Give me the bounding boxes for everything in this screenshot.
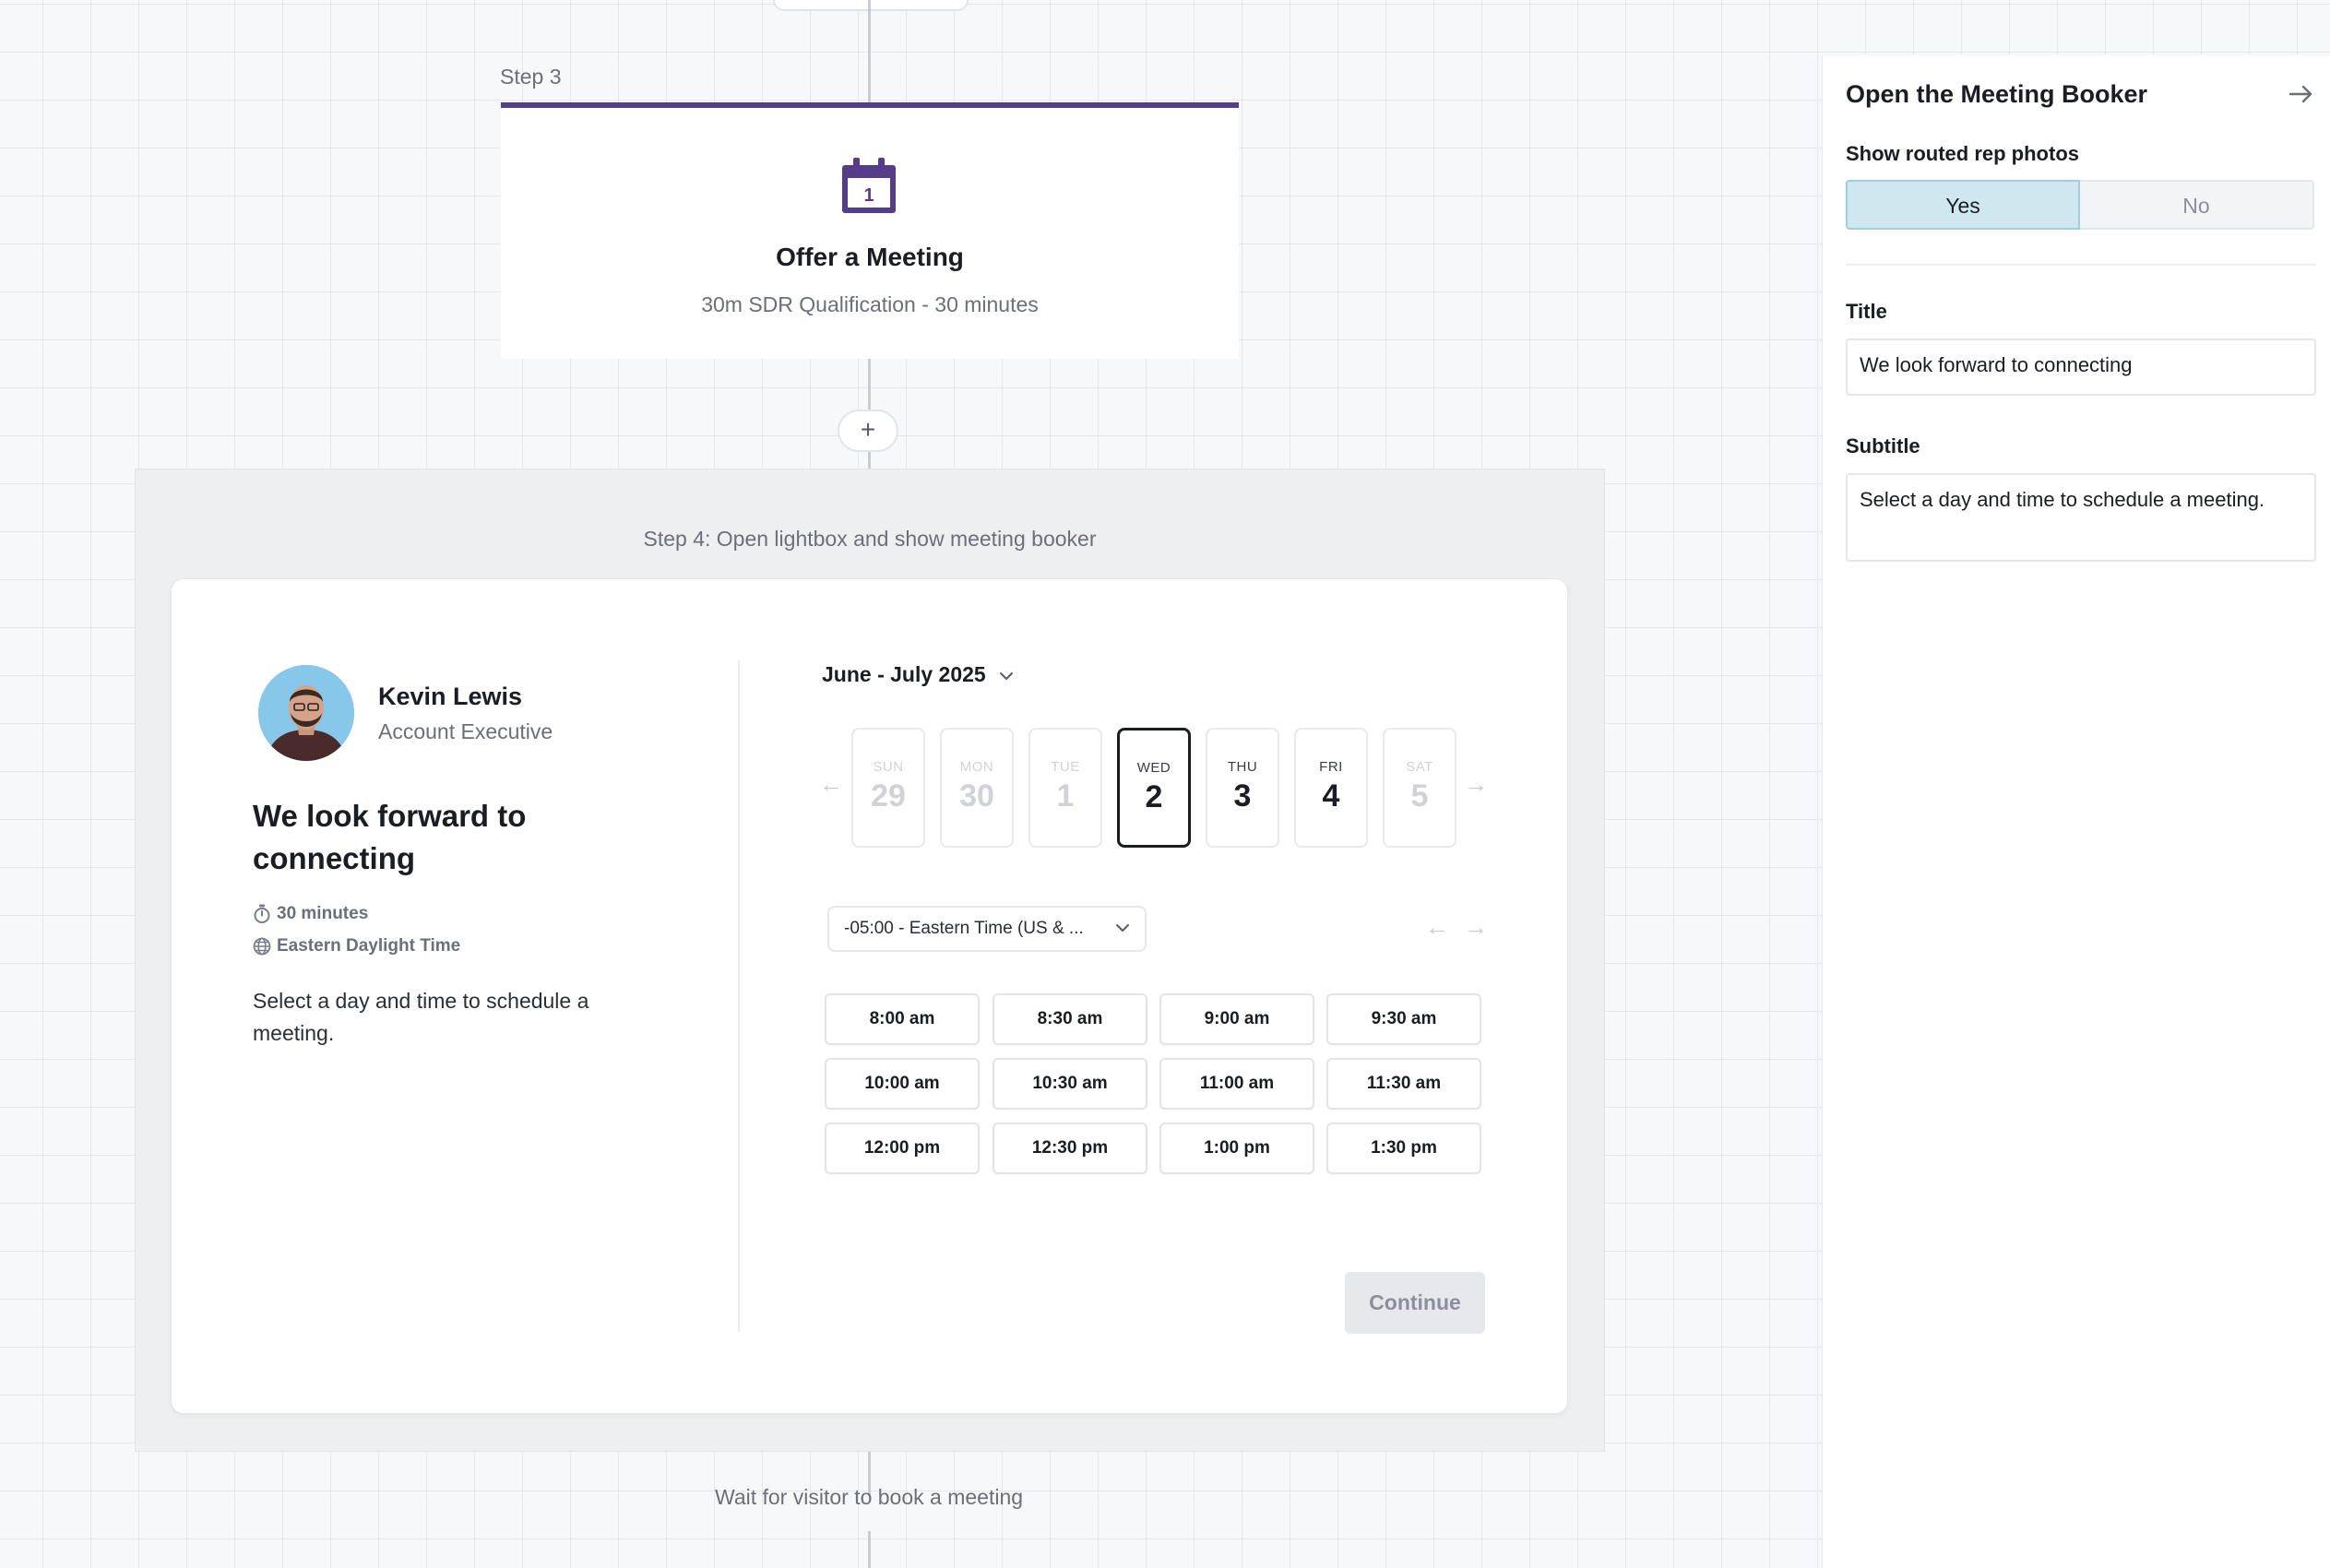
prev-week-arrow-icon[interactable]: ← [819, 770, 843, 799]
connector-line [868, 359, 871, 410]
duration-text: 30 minutes [277, 904, 369, 924]
card-subtitle: 30m SDR Qualification - 30 minutes [701, 292, 1039, 316]
time-slot[interactable]: 1:00 pm [1159, 1123, 1314, 1174]
day-tue-1[interactable]: TUE 1 [1028, 728, 1102, 848]
calendar-icon: 1 [842, 158, 896, 213]
day-thu-3[interactable]: THU 3 [1206, 728, 1279, 848]
panel-title: Open the Meeting Booker [1846, 80, 2148, 108]
time-slot[interactable]: 9:00 am [1159, 993, 1314, 1045]
time-slot[interactable]: 10:30 am [993, 1058, 1147, 1110]
chevron-down-icon [1000, 671, 1014, 680]
chevron-down-icon [1116, 924, 1129, 932]
booker-description: Select a day and time to schedule a meet… [253, 989, 589, 1045]
day-sun-29[interactable]: SUN 29 [851, 728, 925, 848]
add-step-button[interactable]: + [838, 410, 898, 452]
globe-icon [253, 937, 271, 956]
rep-name: Kevin Lewis [378, 683, 523, 710]
time-slot[interactable]: 1:30 pm [1326, 1123, 1481, 1174]
divider [1846, 264, 2316, 266]
svg-text:1: 1 [863, 185, 874, 206]
continue-button[interactable]: Continue [1345, 1272, 1485, 1334]
yes-option[interactable]: Yes [1846, 180, 2080, 230]
duration-row: 30 minutes [253, 904, 368, 924]
time-slot[interactable]: 11:30 am [1326, 1058, 1481, 1110]
step3-label: Step 3 [500, 65, 562, 89]
time-slot[interactable]: 11:00 am [1159, 1058, 1314, 1110]
rep-role: Account Executive [378, 719, 553, 743]
day-wed-2[interactable]: WED 2 [1117, 728, 1191, 848]
connector-line [868, 0, 871, 102]
time-slot[interactable]: 8:30 am [993, 993, 1147, 1045]
meeting-booker-preview: Kevin Lewis Account Executive We look fo… [171, 578, 1568, 1414]
day-sat-5[interactable]: SAT 5 [1383, 728, 1456, 848]
time-slot[interactable]: 9:30 am [1326, 993, 1481, 1045]
card-title: Offer a Meeting [776, 243, 964, 271]
column-divider [738, 660, 740, 1332]
month-label: June - July 2025 [822, 662, 986, 686]
title-field[interactable]: We look forward to connecting [1846, 339, 2316, 396]
timezone-select[interactable]: -05:00 - Eastern Time (US & ... [827, 906, 1147, 952]
settings-panel: Open the Meeting Booker Show routed rep … [1822, 55, 2330, 1568]
timezone-text: Eastern Daylight Time [277, 936, 461, 956]
offer-meeting-card[interactable]: 1 Offer a Meeting 30m SDR Qualification … [501, 102, 1239, 359]
connector-line [868, 1531, 871, 1568]
show-photos-label: Show routed rep photos [1846, 142, 2079, 165]
time-slot[interactable]: 12:00 pm [825, 1123, 980, 1174]
no-option[interactable]: No [2080, 180, 2314, 230]
next-week-arrow-icon[interactable]: → [1464, 770, 1488, 799]
month-picker[interactable]: June - July 2025 [822, 662, 1014, 687]
timezone-row: Eastern Daylight Time [253, 936, 460, 956]
title-label: Title [1846, 300, 1887, 323]
previous-node-edge [773, 0, 969, 11]
booker-title: We look forward to connecting [253, 799, 527, 875]
wait-step-label: Wait for visitor to book a meeting [714, 1485, 1024, 1509]
time-slot[interactable]: 12:30 pm [993, 1123, 1147, 1174]
subtitle-field[interactable]: Select a day and time to schedule a meet… [1846, 473, 2316, 562]
stopwatch-icon [254, 904, 270, 923]
arrow-right-icon[interactable] [2288, 83, 2314, 105]
show-photos-toggle: Yes No [1846, 180, 2316, 230]
step4-label: Step 4: Open lightbox and show meeting b… [643, 527, 1097, 551]
subtitle-label: Subtitle [1846, 434, 1920, 457]
day-mon-30[interactable]: MON 30 [940, 728, 1014, 848]
time-slot[interactable]: 8:00 am [825, 993, 980, 1045]
next-times-arrow-icon[interactable]: → [1464, 913, 1488, 942]
timezone-select-value: -05:00 - Eastern Time (US & ... [844, 919, 1084, 938]
day-fri-4[interactable]: FRI 4 [1294, 728, 1368, 848]
avatar [258, 665, 354, 761]
prev-times-arrow-icon[interactable]: ← [1425, 913, 1449, 942]
time-slot[interactable]: 10:00 am [825, 1058, 980, 1110]
